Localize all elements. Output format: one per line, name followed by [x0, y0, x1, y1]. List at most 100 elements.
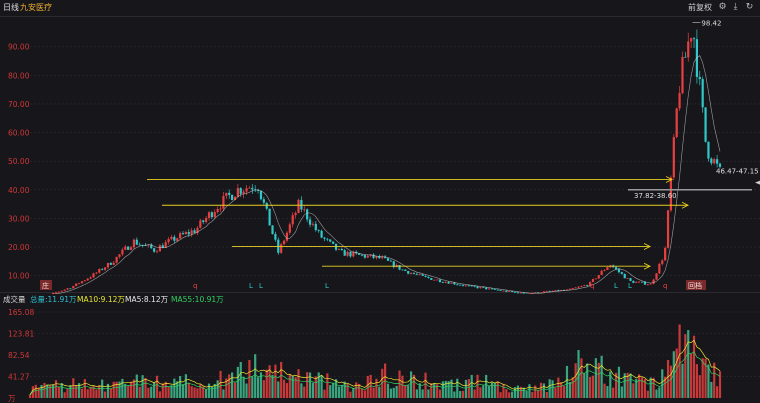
volume-bar [444, 380, 447, 398]
candle-body [459, 284, 462, 286]
candle-body [155, 251, 159, 253]
volume-bar [69, 385, 72, 398]
candle-body [664, 247, 667, 261]
volume-bar [381, 368, 384, 398]
volume-bar [28, 394, 32, 398]
candle-body [75, 283, 78, 287]
candle-body [430, 278, 433, 280]
volume-bar [580, 358, 583, 398]
candle-body [433, 279, 436, 281]
candle-body [132, 239, 136, 248]
volume-bar [285, 383, 289, 398]
price-tick-label: 40.00 [8, 186, 30, 195]
candle-body [317, 230, 320, 231]
candle-body [285, 232, 289, 241]
candle-body [245, 188, 248, 192]
volume-bar [355, 382, 358, 398]
volume-bar [129, 381, 133, 398]
volume-bar [127, 385, 130, 398]
volume-bar [326, 373, 329, 398]
volume-bar [92, 385, 95, 398]
volume-bar [311, 382, 315, 398]
candle-body [638, 281, 641, 283]
candle-body [485, 287, 488, 290]
candle-body [450, 282, 453, 284]
volume-bar [219, 370, 222, 398]
volume-bar [539, 382, 543, 398]
volume-bar [464, 379, 468, 398]
volume-bar [303, 386, 306, 398]
candle-body [274, 233, 277, 240]
candle-body [447, 282, 450, 284]
candle-body [103, 267, 107, 270]
volume-bar [513, 387, 517, 398]
volume-bar [522, 387, 525, 398]
volume-bar [213, 383, 216, 398]
candle-body [482, 287, 485, 289]
candle-body [83, 280, 86, 282]
volume-bar [358, 383, 361, 398]
volume-bar [210, 386, 213, 398]
price-tick-label: 50.00 [8, 157, 30, 166]
volume-bar [202, 386, 205, 398]
volume-bar [176, 381, 179, 398]
candle-body [127, 246, 130, 250]
volume-bar [277, 381, 280, 398]
volume-bar [121, 378, 124, 398]
candle-body [179, 233, 182, 239]
volume-bar [548, 379, 551, 398]
candle-body [398, 264, 401, 270]
volume-bar [187, 382, 190, 398]
candle-body [190, 230, 193, 235]
candle-body [294, 213, 297, 216]
candle-body [259, 190, 263, 200]
volume-bar [649, 377, 652, 398]
volume-bar [502, 383, 505, 398]
candle-body [332, 241, 335, 244]
volume-bar [54, 380, 58, 398]
volume-bar [482, 385, 485, 398]
candle-body [643, 281, 647, 285]
volume-bar [66, 388, 69, 398]
volume-bar [640, 377, 644, 398]
volume-bar [245, 383, 248, 398]
candle-body [66, 288, 69, 290]
range-label-upper: 46.47-47.15 [716, 167, 759, 175]
volume-bar [360, 388, 364, 398]
volume-bar [612, 387, 615, 398]
candle-body [311, 223, 315, 225]
volume-bar [346, 383, 349, 398]
volume-bar [456, 378, 459, 398]
volume-bar [75, 385, 78, 398]
volume-bar [620, 386, 623, 398]
volume-bar [638, 374, 641, 398]
candle-body [409, 273, 413, 274]
volume-bar [427, 389, 430, 398]
volume-bar [528, 384, 531, 398]
candle-body [690, 38, 693, 42]
candle-body [184, 231, 187, 235]
volume-bar [395, 385, 398, 398]
volume-bar [574, 363, 577, 398]
volume-bar [72, 378, 75, 398]
candle-body [216, 208, 219, 213]
price-tick-label: 80.00 [8, 71, 30, 80]
volume-bar [274, 364, 277, 398]
candle-body [467, 285, 470, 287]
volume-bar [268, 365, 271, 398]
volume-bar [678, 324, 681, 398]
volume-bar [695, 364, 699, 398]
volume-tick-label: 万 [8, 394, 16, 403]
volume-bar [320, 375, 323, 398]
volume-bar [560, 382, 563, 398]
candle-body [704, 107, 707, 142]
volume-bar [617, 366, 621, 398]
volume-bar [132, 379, 136, 398]
range-label-lower: 37.82-38.60 [634, 192, 677, 200]
candle-body [626, 278, 629, 279]
candle-body [205, 218, 208, 222]
volume-bar [412, 374, 416, 398]
signal-mark: 庄 [42, 281, 49, 290]
volume-tick-label: 123.81 [8, 330, 34, 339]
volume-bar [77, 383, 81, 398]
